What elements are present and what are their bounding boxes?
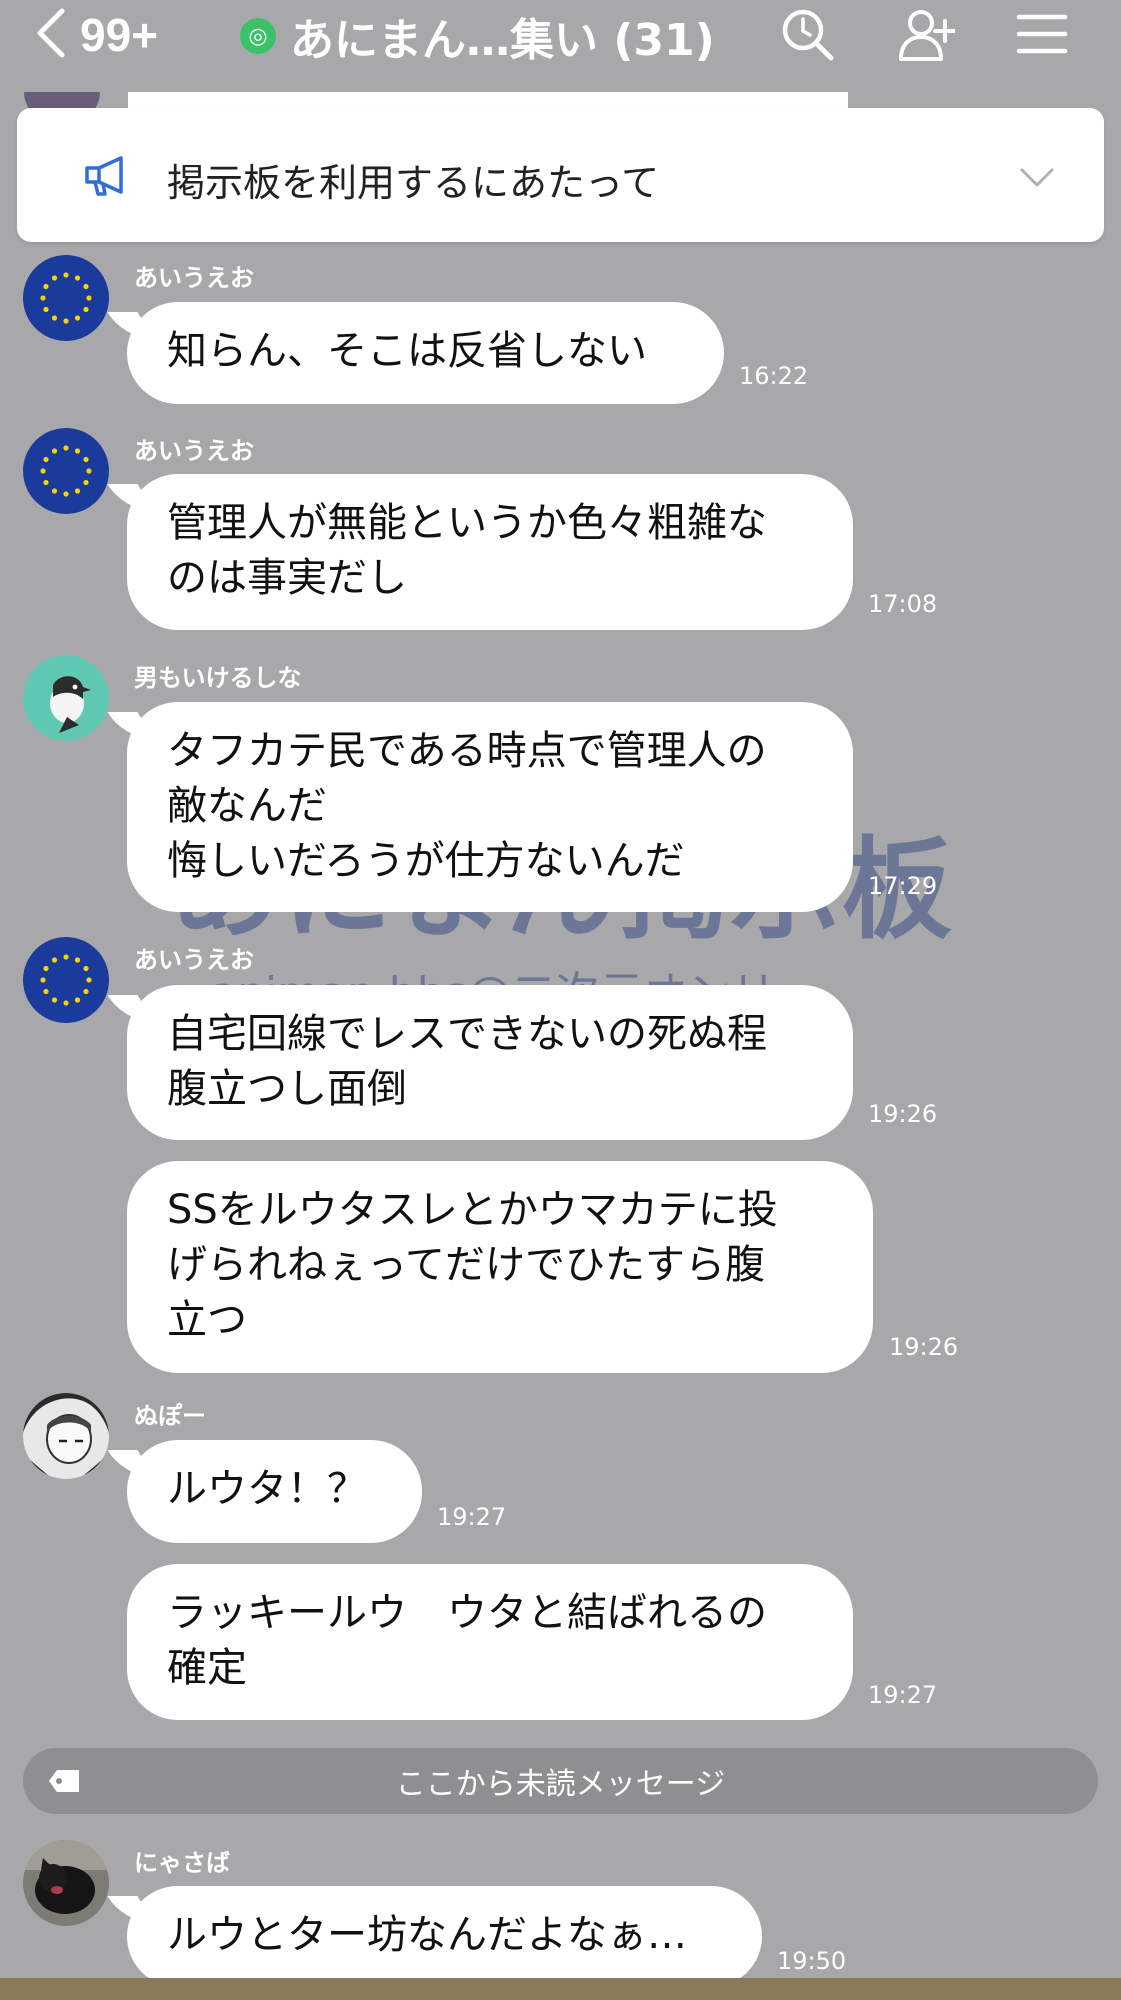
manga-avatar-icon <box>23 1393 109 1479</box>
message-bubble[interactable]: SSをルウタスレとかウマカテに投 げられねぇってだけでひたすら腹 立つ <box>127 1161 873 1373</box>
message-time: 19:27 <box>437 1503 507 1531</box>
menu-button[interactable] <box>1010 4 1074 68</box>
message-bubble[interactable]: 知らん、そこは反省しない <box>127 302 724 404</box>
back-button[interactable]: 99+ <box>30 4 158 66</box>
avatar-eu-flag[interactable] <box>23 937 109 1023</box>
sender-name: あいうえお <box>134 946 254 974</box>
message-bubble[interactable]: ラッキールウ ウタと結ばれるの 確定 <box>127 1564 853 1720</box>
sender-name: ぬぽー <box>134 1402 206 1430</box>
unread-count: 99+ <box>80 9 159 61</box>
eu-flag-icon <box>23 428 109 514</box>
message-bubble[interactable]: タフカテ民である時点で管理人の 敵なんだ 悔しいだろうが仕方ないんだ <box>127 702 853 912</box>
message-time: 19:26 <box>889 1333 959 1361</box>
sender-name: あいうえお <box>134 437 254 465</box>
group-badge-icon: ◎ <box>240 18 276 54</box>
add-friend-icon <box>897 5 957 67</box>
message-bubble[interactable]: 管理人が無能というか色々粗雑な のは事実だし <box>127 474 853 630</box>
message-time: 17:08 <box>868 590 938 618</box>
message-time: 16:22 <box>739 362 809 390</box>
eu-flag-icon <box>23 937 109 1023</box>
announcement-bar[interactable]: 掲示板を利用するにあたって <box>17 108 1104 242</box>
message-time: 17:29 <box>868 872 938 900</box>
message-bubble[interactable]: ルウタ！？ <box>127 1440 422 1543</box>
announcement-text: 掲示板を利用するにあたって <box>167 161 660 205</box>
sender-name: にゃさば <box>134 1849 230 1877</box>
sender-name: あいうえお <box>134 264 254 292</box>
avatar-manga[interactable] <box>23 1393 109 1479</box>
message-time: 19:50 <box>777 1947 847 1975</box>
black-cat-avatar-icon <box>23 1840 109 1926</box>
avatar-eu-flag[interactable] <box>23 428 109 514</box>
eu-flag-icon <box>23 255 109 341</box>
menu-icon <box>1013 5 1071 67</box>
add-friend-button[interactable] <box>894 4 958 68</box>
message-bubble[interactable]: ルウとター坊なんだよなぁ… <box>127 1886 762 1987</box>
unread-divider-label: ここから未読メッセージ <box>395 1767 726 1802</box>
top-bar: 99+ ◎ あにまん…集い (31) <box>0 0 1121 70</box>
bird-avatar-icon <box>23 655 109 741</box>
search-icon <box>778 5 836 67</box>
message-time: 19:26 <box>868 1100 938 1128</box>
avatar-bird[interactable] <box>23 655 109 741</box>
sender-name: 男もいけるしな <box>134 664 302 692</box>
chat-title-text: あにまん…集い (31) <box>290 15 715 66</box>
avatar-eu-flag[interactable] <box>23 255 109 341</box>
message-time: 19:27 <box>868 1681 938 1709</box>
avatar-cat[interactable] <box>23 1840 109 1926</box>
input-area-edge <box>0 1978 1121 2000</box>
message-bubble[interactable]: 自宅回線でレスできないの死ぬ程 腹立つし面倒 <box>127 985 853 1140</box>
chat-title[interactable]: ◎ あにまん…集い (31) <box>240 8 715 66</box>
back-chevron-icon <box>30 5 74 65</box>
unread-divider: ここから未読メッセージ <box>23 1748 1098 1814</box>
search-button[interactable] <box>775 4 839 68</box>
